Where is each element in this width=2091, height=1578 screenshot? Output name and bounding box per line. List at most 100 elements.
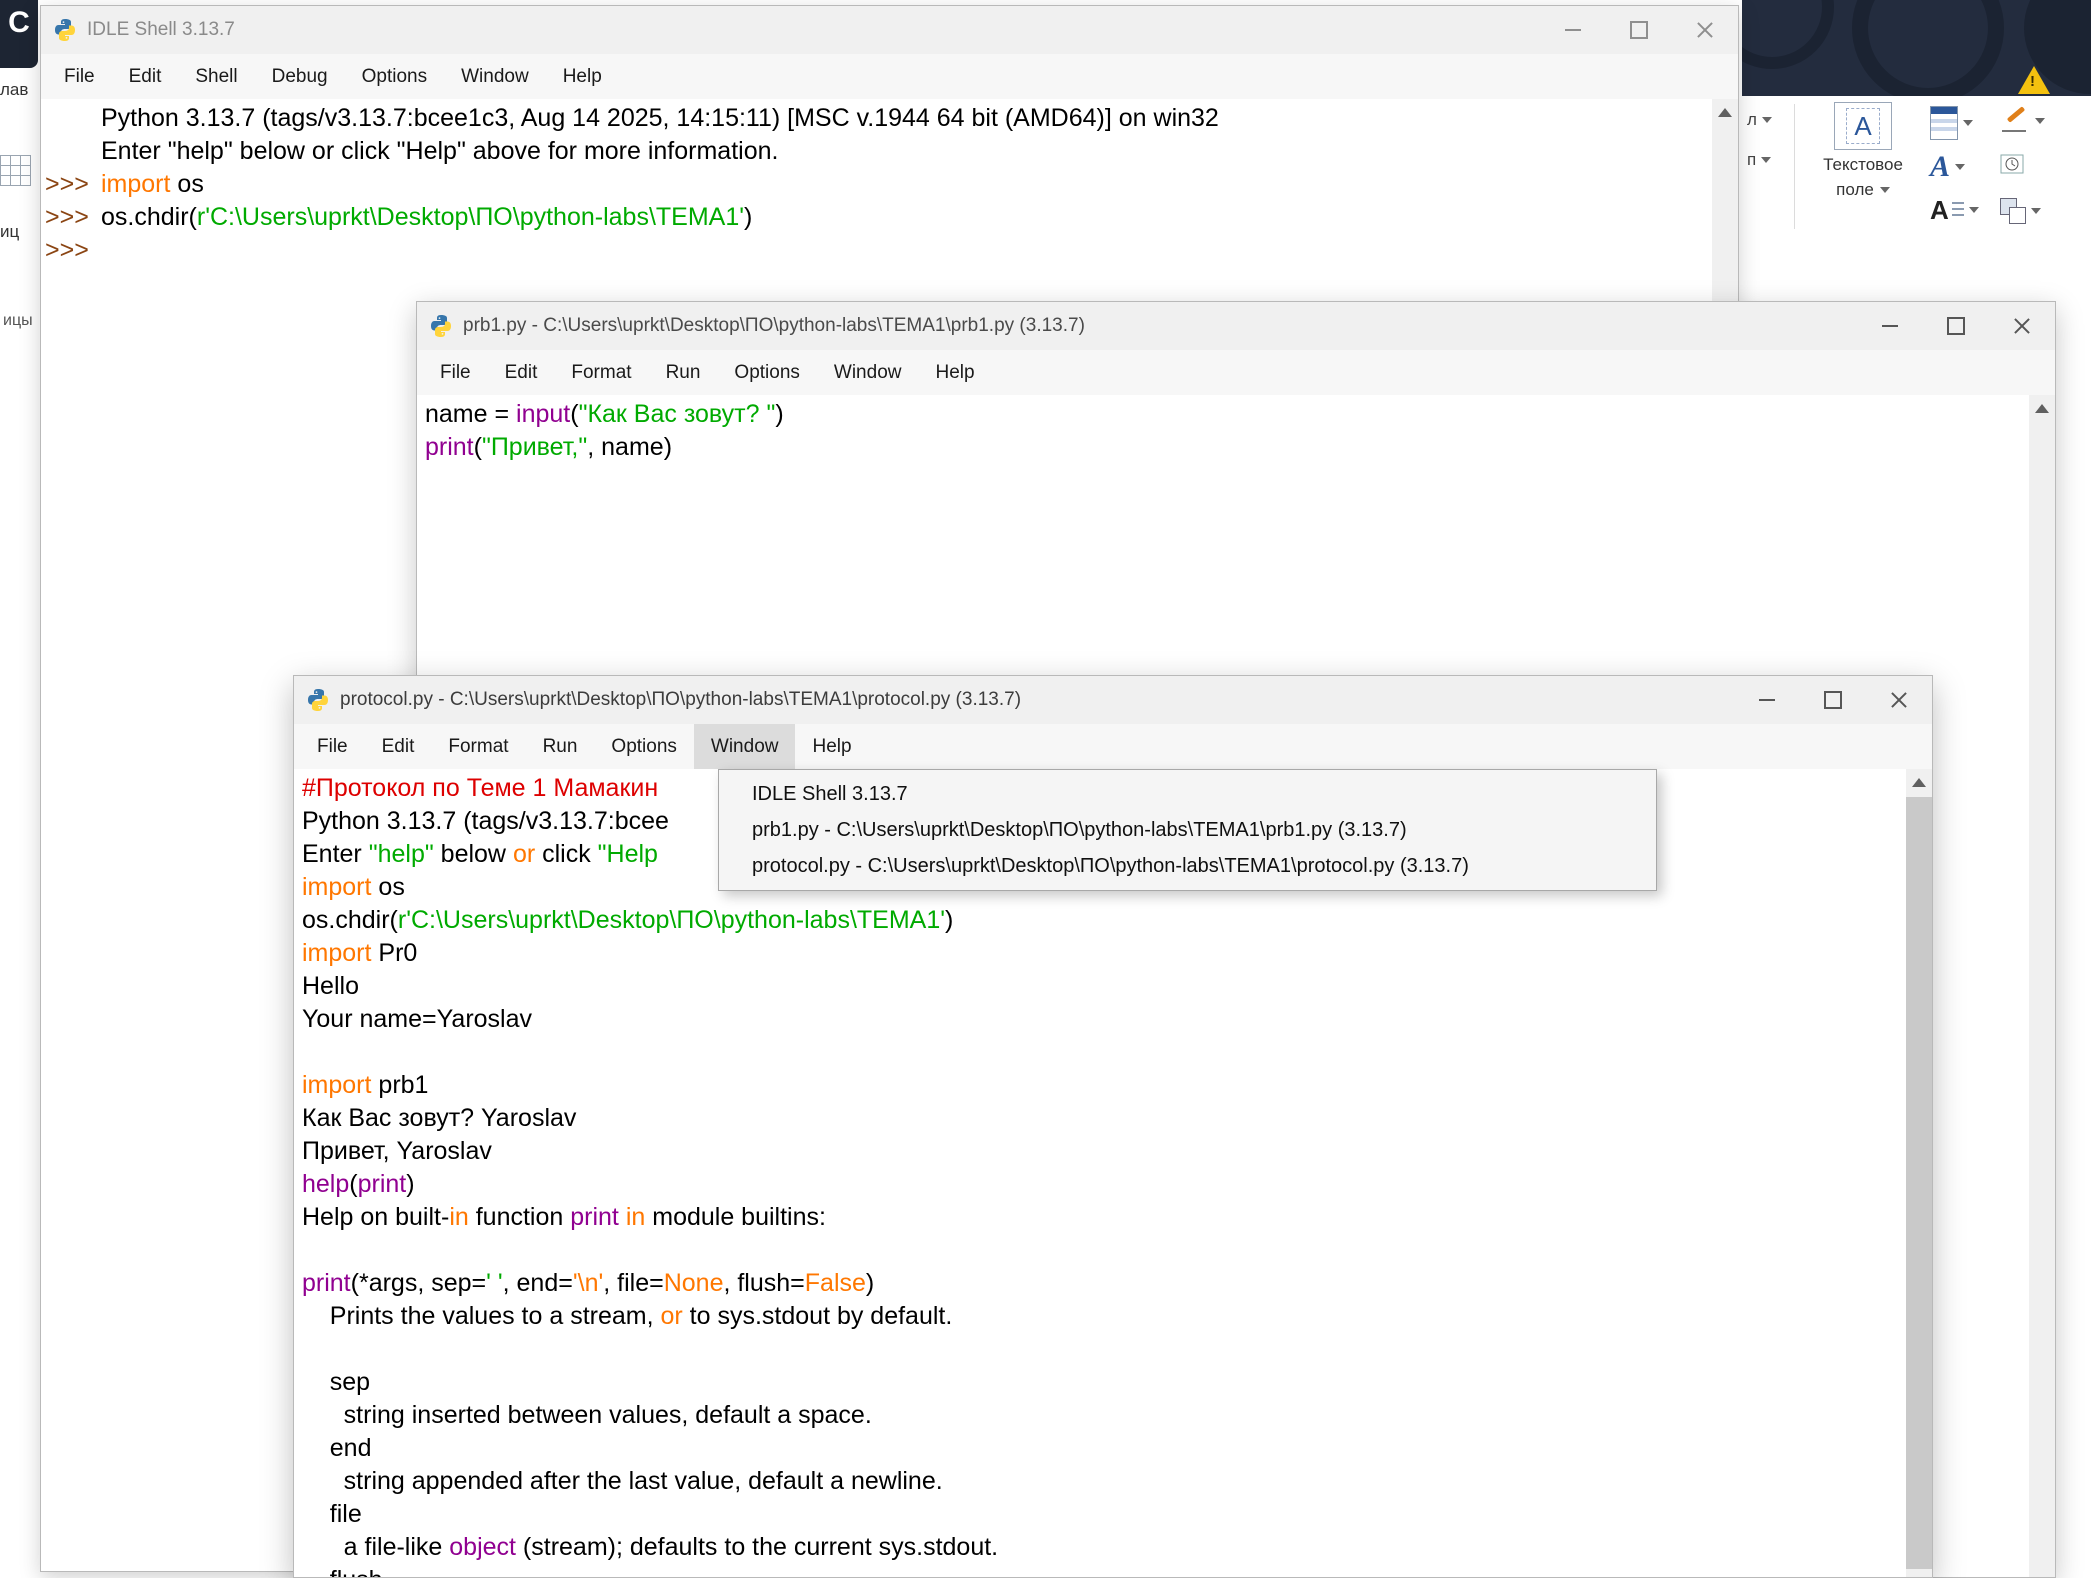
chevron-down-icon: [1955, 164, 1965, 170]
minimize-button[interactable]: [1857, 302, 1923, 350]
minimize-button[interactable]: [1734, 676, 1800, 724]
signature-line-icon: [2000, 106, 2030, 136]
python-icon: [429, 314, 453, 338]
close-button[interactable]: [1989, 302, 2055, 350]
window-menu-item[interactable]: protocol.py - C:\Users\uprkt\Desktop\ПО\…: [719, 848, 1656, 884]
ribbon-separator: [1794, 104, 1795, 229]
code-line: end: [302, 1432, 1906, 1465]
scroll-up-button[interactable]: [2029, 395, 2055, 421]
code-line: Привет, Yaroslav: [302, 1135, 1906, 1168]
editor-text-area[interactable]: #Протокол по Теме 1 МамакинPython 3.13.7…: [302, 772, 1906, 1577]
desktop: { "colors": { "plain": "#000000", "kw": …: [0, 0, 2091, 1573]
code-line: a file-like object (stream); defaults to…: [302, 1531, 1906, 1564]
wordart-icon: A: [1930, 152, 1950, 182]
warning-mark: !: [2030, 73, 2035, 90]
warning-icon[interactable]: !: [2018, 66, 2050, 94]
scrollbar-thumb[interactable]: [1906, 797, 1932, 1569]
maximize-button[interactable]: [1800, 676, 1866, 724]
chevron-down-icon: [2031, 208, 2041, 214]
menu-window[interactable]: Window: [817, 350, 919, 395]
window-title: protocol.py - C:\Users\uprkt\Desktop\ПО\…: [340, 689, 1734, 711]
vertical-scrollbar[interactable]: [2029, 395, 2055, 1577]
scroll-up-button[interactable]: [1712, 99, 1738, 125]
python-icon: [306, 688, 330, 712]
code-line: help(print): [302, 1168, 1906, 1201]
window-menu-item[interactable]: IDLE Shell 3.13.7: [719, 776, 1656, 812]
text-box-label: поле: [1804, 180, 1922, 200]
menu-options[interactable]: Options: [594, 724, 693, 769]
code-line: >>>os.chdir(r'C:\Users\uprkt\Desktop\ПО\…: [41, 201, 1712, 234]
maximize-button[interactable]: [1923, 302, 1989, 350]
code-line: print(*args, sep=' ', end='\n', file=Non…: [302, 1267, 1906, 1300]
menu-options[interactable]: Options: [345, 54, 444, 99]
caption-buttons: [1540, 6, 1738, 54]
shell-prompt: >>>: [41, 236, 101, 265]
chevron-down-icon: [1963, 120, 1973, 126]
date-time-icon: [2000, 152, 2024, 176]
window-menu-dropdown: IDLE Shell 3.13.7prb1.py - C:\Users\uprk…: [718, 769, 1657, 891]
chevron-down-icon: [1761, 157, 1771, 163]
window-title: prb1.py - C:\Users\uprkt\Desktop\ПО\pyth…: [463, 315, 1857, 337]
menu-shell[interactable]: Shell: [178, 54, 254, 99]
object-icon: [2000, 198, 2026, 224]
code-line: file: [302, 1498, 1906, 1531]
title-bar[interactable]: IDLE Shell 3.13.7: [41, 6, 1738, 54]
text-box-button[interactable]: A Текстовое поле: [1804, 102, 1922, 200]
quick-parts-button[interactable]: [1930, 106, 1973, 140]
window-menu-item[interactable]: prb1.py - C:\Users\uprkt\Desktop\ПО\pyth…: [719, 812, 1656, 848]
vertical-scrollbar[interactable]: [1906, 769, 1932, 1577]
menu-edit[interactable]: Edit: [365, 724, 432, 769]
menu-edit[interactable]: Edit: [112, 54, 179, 99]
caption-buttons: [1734, 676, 1932, 724]
menu-edit[interactable]: Edit: [488, 350, 555, 395]
minimize-button[interactable]: [1540, 6, 1606, 54]
menu-help[interactable]: Help: [546, 54, 619, 99]
signature-line-button[interactable]: [2000, 106, 2045, 136]
drop-cap-button[interactable]: A: [1930, 198, 1979, 222]
shell-text-area[interactable]: Python 3.13.7 (tags/v3.13.7:bcee1c3, Aug…: [41, 102, 1712, 267]
menu-options[interactable]: Options: [717, 350, 816, 395]
menu-format[interactable]: Format: [554, 350, 648, 395]
code-line: Help on built-in function print in modul…: [302, 1201, 1906, 1234]
menu-run[interactable]: Run: [526, 724, 595, 769]
shell-prompt: >>>: [41, 203, 101, 232]
text-box-icon: A: [1834, 102, 1892, 150]
code-line: [302, 1036, 1906, 1069]
menu-run[interactable]: Run: [649, 350, 718, 395]
background-logo: C: [0, 0, 38, 68]
wordart-button[interactable]: A: [1930, 152, 1965, 182]
menu-window[interactable]: Window: [444, 54, 546, 99]
maximize-button[interactable]: [1606, 6, 1672, 54]
menu-file[interactable]: File: [300, 724, 365, 769]
code-line: Your name=Yaroslav: [302, 1003, 1906, 1036]
scroll-up-button[interactable]: [1906, 769, 1932, 795]
menu-help[interactable]: Help: [918, 350, 991, 395]
table-grid-icon[interactable]: [0, 155, 31, 186]
menu-bar: FileEditShellDebugOptionsWindowHelp: [41, 54, 1738, 100]
code-line: >>>: [41, 234, 1712, 267]
code-line: name = input("Как Вас зовут? "): [425, 398, 2029, 431]
code-line: Enter "help" below or click "Help" above…: [41, 135, 1712, 168]
code-line: Hello: [302, 970, 1906, 1003]
title-bar[interactable]: prb1.py - C:\Users\uprkt\Desktop\ПО\pyth…: [417, 302, 2055, 350]
menu-file[interactable]: File: [423, 350, 488, 395]
menu-format[interactable]: Format: [431, 724, 525, 769]
code-line: print("Привет,", name): [425, 431, 2029, 464]
close-button[interactable]: [1672, 6, 1738, 54]
code-line: flush: [302, 1564, 1906, 1577]
menu-debug[interactable]: Debug: [255, 54, 345, 99]
chevron-down-icon: [2035, 118, 2045, 124]
editor-text-area[interactable]: name = input("Как Вас зовут? ")print("Пр…: [425, 398, 2029, 464]
quick-parts-icon: [1930, 106, 1958, 140]
date-time-button[interactable]: [2000, 152, 2024, 176]
close-button[interactable]: [1866, 676, 1932, 724]
object-button[interactable]: [2000, 198, 2041, 224]
code-line: Python 3.13.7 (tags/v3.13.7:bcee1c3, Aug…: [41, 102, 1712, 135]
code-line: Prints the values to a stream, or to sys…: [302, 1300, 1906, 1333]
menu-file[interactable]: File: [47, 54, 112, 99]
menu-help[interactable]: Help: [795, 724, 868, 769]
code-line: import prb1: [302, 1069, 1906, 1102]
title-bar[interactable]: protocol.py - C:\Users\uprkt\Desktop\ПО\…: [294, 676, 1932, 724]
code-line: import Pr0: [302, 937, 1906, 970]
menu-window[interactable]: Window: [694, 724, 796, 769]
